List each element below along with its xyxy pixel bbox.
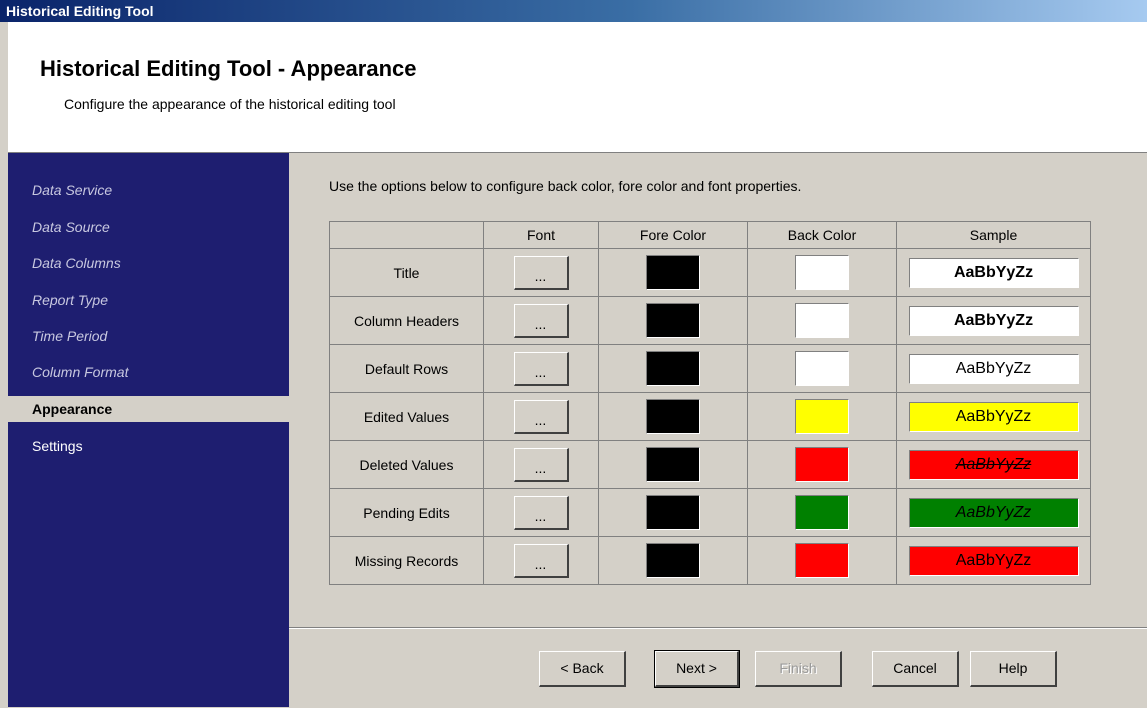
wizard-steps-sidebar: Data Service Data Source Data Columns Re… [8, 153, 289, 707]
fore-color-swatch[interactable] [646, 303, 700, 338]
font-cell: ... [483, 440, 599, 489]
instructions-text: Use the options below to configure back … [329, 178, 802, 194]
back-color-swatch[interactable] [795, 351, 849, 386]
sidebar-item-appearance[interactable]: Appearance [8, 396, 289, 422]
back-color-cell [747, 536, 897, 585]
back-color-cell [747, 440, 897, 489]
row-label: Title [329, 248, 484, 297]
font-cell: ... [483, 536, 599, 585]
fore-color-cell [598, 344, 748, 393]
fore-color-cell [598, 248, 748, 297]
sample-cell: AaBbYyZz [896, 248, 1091, 297]
column-header-font: Font [483, 221, 599, 249]
fore-color-cell [598, 536, 748, 585]
sample-cell: AaBbYyZz [896, 296, 1091, 345]
sample-preview: AaBbYyZz [908, 305, 1079, 336]
column-header-label [329, 221, 484, 249]
window-title: Historical Editing Tool [6, 3, 154, 19]
table-row: Default Rows... AaBbYyZz [329, 344, 1091, 393]
sidebar-item-column-format[interactable]: Column Format [8, 359, 289, 385]
fore-color-swatch[interactable] [646, 447, 700, 482]
fore-color-cell [598, 296, 748, 345]
row-label: Default Rows [329, 344, 484, 393]
font-picker-button[interactable]: ... [513, 351, 569, 386]
back-color-swatch[interactable] [795, 543, 849, 578]
row-label: Pending Edits [329, 488, 484, 537]
back-color-swatch[interactable] [795, 399, 849, 434]
sample-preview: AaBbYyZz [908, 497, 1079, 528]
help-button[interactable]: Help [970, 651, 1057, 687]
sample-preview: AaBbYyZz [908, 545, 1079, 576]
sample-cell: AaBbYyZz [896, 440, 1091, 489]
row-label: Missing Records [329, 536, 484, 585]
font-cell: ... [483, 392, 599, 441]
sample-cell: AaBbYyZz [896, 488, 1091, 537]
sample-cell: AaBbYyZz [896, 344, 1091, 393]
sample-preview: AaBbYyZz [908, 449, 1079, 480]
back-button[interactable]: < Back [539, 651, 626, 687]
sidebar-item-data-columns[interactable]: Data Columns [8, 250, 289, 276]
page-subtitle: Configure the appearance of the historic… [64, 96, 396, 112]
font-picker-button[interactable]: ... [513, 399, 569, 434]
back-color-cell [747, 248, 897, 297]
row-label: Column Headers [329, 296, 484, 345]
next-button[interactable]: Next > [654, 650, 740, 688]
back-color-swatch[interactable] [795, 303, 849, 338]
sample-preview: AaBbYyZz [908, 257, 1079, 288]
back-color-cell [747, 392, 897, 441]
sidebar-item-data-service[interactable]: Data Service [8, 177, 289, 203]
fore-color-swatch[interactable] [646, 543, 700, 578]
font-cell: ... [483, 248, 599, 297]
table-row: Deleted Values... AaBbYyZz [329, 440, 1091, 489]
fore-color-cell [598, 440, 748, 489]
font-cell: ... [483, 296, 599, 345]
back-color-swatch[interactable] [795, 495, 849, 530]
fore-color-cell [598, 488, 748, 537]
table-row: Missing Records... AaBbYyZz [329, 536, 1091, 585]
row-label: Edited Values [329, 392, 484, 441]
font-picker-button[interactable]: ... [513, 303, 569, 338]
wizard-footer: < Back Next > Finish Cancel Help [289, 627, 1147, 708]
fore-color-swatch[interactable] [646, 351, 700, 386]
grid-header-row: Font Fore Color Back Color Sample [329, 221, 1091, 249]
column-header-back-color: Back Color [747, 221, 897, 249]
wizard-header: Historical Editing Tool - Appearance Con… [8, 22, 1147, 153]
sample-cell: AaBbYyZz [896, 536, 1091, 585]
font-cell: ... [483, 488, 599, 537]
fore-color-swatch[interactable] [646, 255, 700, 290]
font-cell: ... [483, 344, 599, 393]
page-title: Historical Editing Tool - Appearance [40, 56, 417, 81]
back-color-cell [747, 488, 897, 537]
back-color-cell [747, 296, 897, 345]
back-color-swatch[interactable] [795, 255, 849, 290]
fore-color-cell [598, 392, 748, 441]
sidebar-item-report-type[interactable]: Report Type [8, 287, 289, 313]
sample-preview: AaBbYyZz [908, 401, 1079, 432]
column-header-sample: Sample [896, 221, 1091, 249]
sidebar-item-data-source[interactable]: Data Source [8, 214, 289, 240]
sidebar-item-time-period[interactable]: Time Period [8, 323, 289, 349]
column-header-fore-color: Fore Color [598, 221, 748, 249]
sample-cell: AaBbYyZz [896, 392, 1091, 441]
font-picker-button[interactable]: ... [513, 447, 569, 482]
fore-color-swatch[interactable] [646, 495, 700, 530]
back-color-swatch[interactable] [795, 447, 849, 482]
sidebar-item-settings[interactable]: Settings [8, 433, 289, 459]
back-color-cell [747, 344, 897, 393]
table-row: Title... AaBbYyZz [329, 248, 1091, 297]
finish-button[interactable]: Finish [755, 651, 842, 687]
table-row: Column Headers... AaBbYyZz [329, 296, 1091, 345]
font-picker-button[interactable]: ... [513, 495, 569, 530]
window-title-bar: Historical Editing Tool [0, 0, 1147, 22]
font-picker-button[interactable]: ... [513, 255, 569, 290]
sample-preview: AaBbYyZz [908, 353, 1079, 384]
table-row: Edited Values... AaBbYyZz [329, 392, 1091, 441]
font-picker-button[interactable]: ... [513, 543, 569, 578]
row-label: Deleted Values [329, 440, 484, 489]
fore-color-swatch[interactable] [646, 399, 700, 434]
main-content: Use the options below to configure back … [289, 153, 1147, 627]
appearance-grid: Font Fore Color Back Color Sample Title.… [329, 221, 1091, 585]
cancel-button[interactable]: Cancel [872, 651, 959, 687]
table-row: Pending Edits... AaBbYyZz [329, 488, 1091, 537]
